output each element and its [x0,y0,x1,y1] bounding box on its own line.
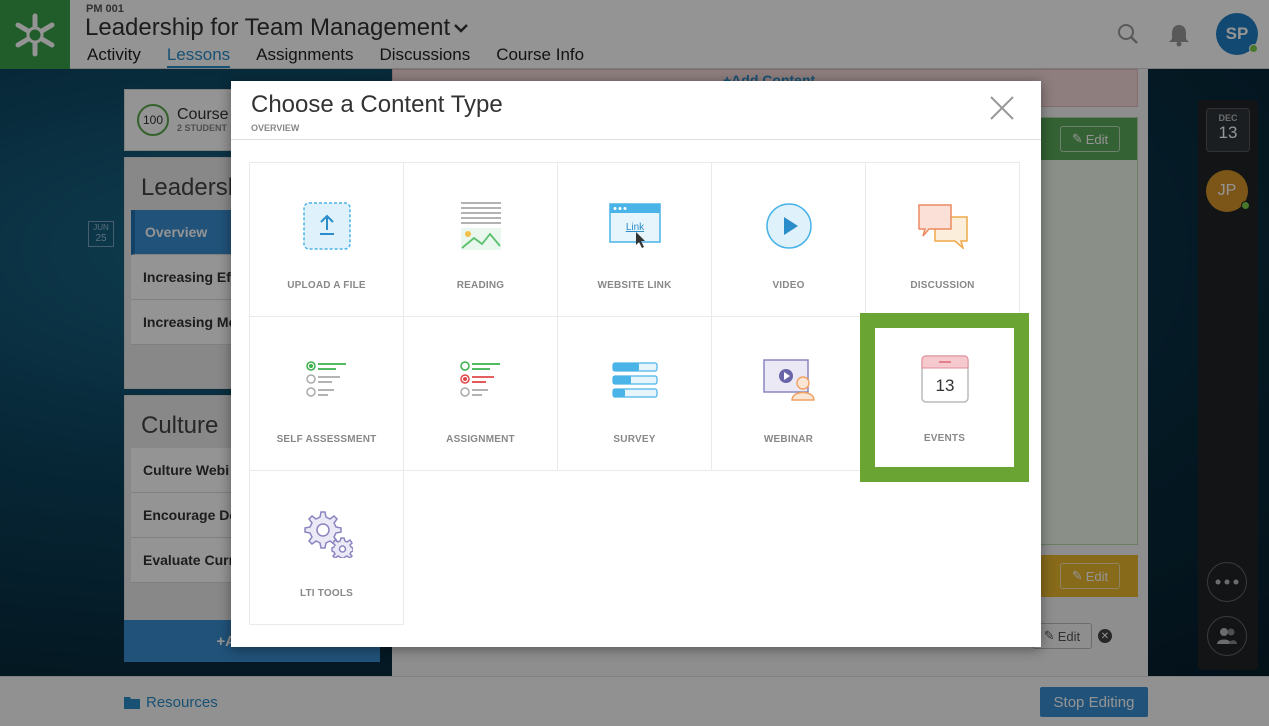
discussion-bubbles-icon [916,201,970,251]
tile-video[interactable]: VIDEO [711,162,866,317]
self-assessment-icon [300,355,354,405]
reading-icon [454,201,508,251]
tile-self-assessment[interactable]: SELF ASSESSMENT [249,316,404,471]
gears-icon [300,509,354,559]
events-highlight-frame [860,313,1029,482]
modal-title: Choose a Content Type [251,91,503,118]
tile-label: UPLOAD A FILE [287,280,366,291]
survey-icon [608,355,662,405]
tile-website-link[interactable]: Link WEBSITE LINK [557,162,712,317]
tile-label: WEBINAR [763,434,814,445]
tile-label: SELF ASSESSMENT [276,434,377,445]
tile-label: DISCUSSION [910,280,975,291]
tile-assignment[interactable]: ASSIGNMENT [403,316,558,471]
tile-webinar[interactable]: WEBINAR [711,316,866,471]
tile-upload-file[interactable]: UPLOAD A FILE [249,162,404,317]
tile-lti-tools[interactable]: LTI TOOLS [249,470,404,625]
tile-discussion[interactable]: DISCUSSION [865,162,1020,317]
webinar-icon [762,355,816,405]
link-text: Link [625,222,644,233]
assignment-icon [454,355,508,405]
tile-label: LTI TOOLS [299,588,354,599]
website-link-icon: Link [608,201,662,251]
tile-label: WEBSITE LINK [597,280,672,291]
tile-label: SURVEY [613,434,656,445]
tile-reading[interactable]: READING [403,162,558,317]
tile-label: READING [456,280,505,291]
modal-subtitle: OVERVIEW [251,123,300,133]
tile-label: VIDEO [772,280,805,291]
tile-survey[interactable]: SURVEY [557,316,712,471]
tile-label: ASSIGNMENT [446,434,515,445]
modal-header: Choose a Content Type OVERVIEW [231,81,1041,140]
close-icon[interactable] [989,95,1015,121]
upload-icon [300,201,354,251]
video-play-icon [762,201,816,251]
